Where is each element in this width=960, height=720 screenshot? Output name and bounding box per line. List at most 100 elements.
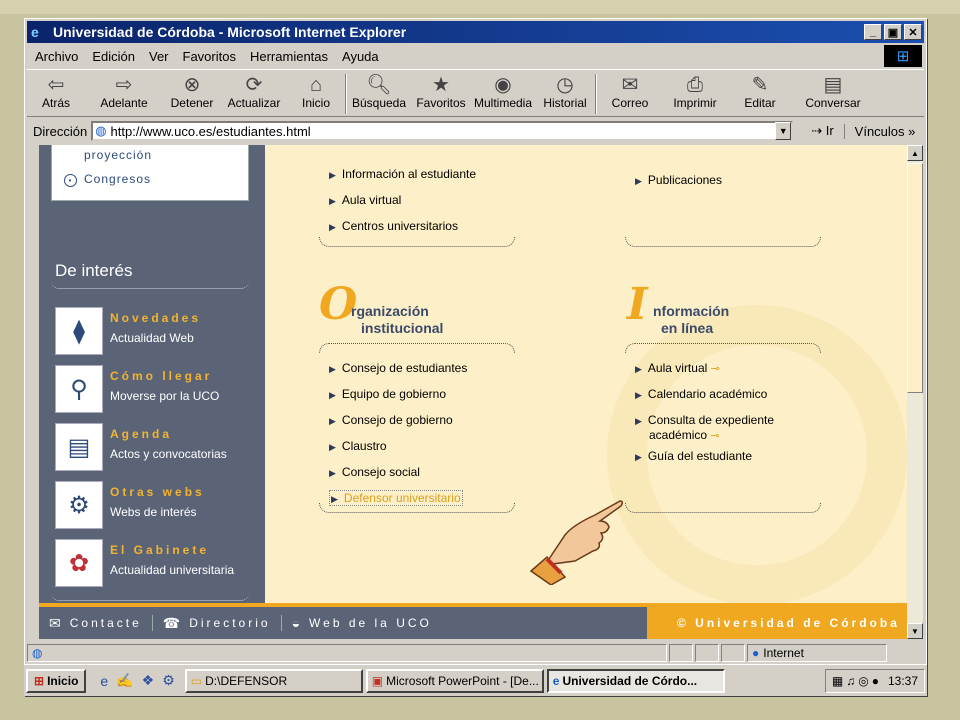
windows-logo-icon: ⊞	[884, 45, 922, 67]
menu-ayuda[interactable]: Ayuda	[334, 49, 385, 64]
mail-icon: ✉	[49, 614, 64, 631]
forward-button[interactable]: ⇨ Adelante	[85, 70, 163, 110]
link-consejo-gobierno[interactable]: Consejo de gobierno	[329, 413, 453, 427]
sidebar-item-novedades[interactable]: ⧫ Novedades Actualidad Web	[55, 307, 255, 357]
key-icon: ⊸	[710, 430, 720, 442]
zone-indicator: ● Internet	[747, 644, 887, 662]
discuss-icon: ▤	[823, 74, 843, 96]
link-consejo-estudiantes[interactable]: Consejo de estudiantes	[329, 361, 467, 375]
clock[interactable]: 13:37	[888, 674, 918, 688]
taskbar: ⊞ Inicio e ✍ ❖ ⚙ ▭ D:\DEFENSOR ▣ Microsoft …	[24, 664, 927, 696]
status-cell	[721, 644, 745, 662]
address-bar: Dirección ◍ http://www.uco.es/estudiante…	[27, 119, 924, 143]
divider	[319, 237, 515, 247]
divider	[51, 593, 249, 601]
bicycle-icon: ⚲	[55, 365, 103, 413]
print-button[interactable]: ⎙ Imprimir	[663, 70, 727, 110]
menu-archivo[interactable]: Archivo	[27, 49, 84, 64]
forward-arrow-icon: ⇨	[115, 74, 133, 96]
scroll-thumb[interactable]	[907, 163, 923, 393]
panda-icon[interactable]: ●	[872, 674, 879, 688]
address-input[interactable]: ◍ http://www.uco.es/estudiantes.html	[91, 121, 794, 141]
volume-icon[interactable]: ♫	[846, 674, 855, 688]
home-icon: ⌂	[309, 74, 323, 96]
divider	[319, 503, 515, 513]
outlook-quicklaunch-icon[interactable]: ✍	[116, 672, 133, 689]
stop-icon: ⊗	[183, 74, 201, 96]
mail-icon: ✉	[621, 74, 639, 96]
browser-window: e Universidad de Córdoba - Microsoft Int…	[24, 18, 927, 696]
address-dropdown-button[interactable]: ▼	[775, 122, 792, 140]
scroll-up-button[interactable]: ▲	[907, 145, 923, 161]
menu-favoritos[interactable]: Favoritos	[175, 49, 242, 64]
home-button[interactable]: ⌂ Inicio	[287, 70, 345, 110]
status-bar: ◍ ● Internet	[27, 643, 924, 663]
status-cell	[669, 644, 693, 662]
sidebar-item-el-gabinete[interactable]: ✿ El Gabinete Actualidad universitaria	[55, 539, 255, 589]
footer-bar: ✉ Contacte ☎ Directorio ◒ Web de la UCO © U…	[39, 607, 907, 639]
link-claustro[interactable]: Claustro	[329, 439, 387, 453]
link-centros-universitarios[interactable]: Centros universitarios	[329, 219, 458, 233]
link-consulta-expediente-cont[interactable]: académico ⊸	[649, 428, 720, 442]
maximize-button[interactable]: ▣	[884, 24, 902, 40]
menu-herramientas[interactable]: Herramientas	[242, 49, 334, 64]
divider	[625, 343, 821, 353]
link-consulta-expediente[interactable]: Consulta de expediente	[635, 413, 774, 427]
scroll-down-button[interactable]: ▼	[907, 623, 923, 639]
minimize-button[interactable]: _	[864, 24, 882, 40]
discuss-button[interactable]: ▤ Conversar	[793, 70, 873, 110]
network-icon[interactable]: ◎	[858, 674, 868, 688]
menu-ver[interactable]: Ver	[141, 49, 175, 64]
divider	[51, 281, 249, 289]
copyright-banner: © Universidad de Córdoba	[647, 607, 907, 639]
history-button[interactable]: ◷ Historial	[535, 70, 595, 110]
go-button[interactable]: ⇢ Ir	[791, 123, 843, 139]
link-informacion-estudiante[interactable]: Información al estudiante	[329, 167, 476, 181]
link-publicaciones[interactable]: Publicaciones	[635, 173, 722, 187]
links-button[interactable]: Vínculos »	[843, 123, 915, 139]
footer-link-contacte[interactable]: ✉ Contacte	[39, 615, 152, 632]
mail-button[interactable]: ✉ Correo	[597, 70, 663, 110]
link-calendario-academico[interactable]: Calendario académico	[635, 387, 767, 401]
windows-logo-icon: ⊞	[34, 673, 45, 688]
key-icon: ⊸	[710, 363, 720, 375]
pointing-hand-icon	[529, 500, 624, 585]
refresh-button[interactable]: ⟳ Actualizar	[221, 70, 287, 110]
section-title: De interés	[55, 261, 133, 280]
tool-quicklaunch-icon[interactable]: ⚙	[162, 672, 175, 689]
vertical-scrollbar[interactable]: ▲ ▼	[907, 145, 923, 639]
sidebar-item-otras-webs[interactable]: ⚙ Otras webs Webs de interés	[55, 481, 255, 531]
menu-edicion[interactable]: Edición	[84, 49, 141, 64]
link-consejo-social[interactable]: Consejo social	[329, 465, 420, 479]
ie-quicklaunch-icon[interactable]: e	[100, 673, 108, 689]
ie-logo-icon: e	[31, 24, 39, 40]
footer-link-web-uco[interactable]: ◒ Web de la UCO	[282, 615, 442, 631]
footer-link-directorio[interactable]: ☎ Directorio	[153, 615, 281, 632]
divider	[625, 503, 821, 513]
divider	[625, 237, 821, 247]
favorites-button[interactable]: ★ Favoritos	[411, 70, 471, 110]
task-defensor-folder[interactable]: ▭ D:\DEFENSOR	[184, 668, 363, 693]
multimedia-button[interactable]: ◉ Multimedia	[471, 70, 535, 110]
app-quicklaunch-icon[interactable]: ❖	[142, 672, 155, 689]
magnifier-icon: ⚙	[55, 481, 103, 529]
link-aula-virtual-online[interactable]: Aula virtual ⊸	[635, 361, 720, 375]
tray-app-icon[interactable]: ▦	[832, 674, 843, 688]
search-button[interactable]: 🔍︎ Búsqueda	[347, 70, 411, 110]
sidebar-link-congresos[interactable]: Congresos	[52, 162, 248, 186]
close-button[interactable]: ✕	[904, 24, 922, 40]
back-button[interactable]: ⇦ Atrás	[27, 70, 85, 110]
task-internet-explorer[interactable]: e Universidad de Córdo...	[546, 668, 725, 693]
sidebar-link-proyeccion[interactable]: proyección	[52, 145, 248, 162]
stop-button[interactable]: ⊗ Detener	[163, 70, 221, 110]
sidebar-item-agenda[interactable]: ▤ Agenda Actos y convocatorias	[55, 423, 255, 473]
link-equipo-gobierno[interactable]: Equipo de gobierno	[329, 387, 446, 401]
link-guia-estudiante[interactable]: Guía del estudiante	[635, 449, 752, 463]
search-icon: 🔍︎	[366, 74, 392, 96]
sidebar-item-como-llegar[interactable]: ⚲ Cómo llegar Moverse por la UCO	[55, 365, 255, 415]
task-powerpoint[interactable]: ▣ Microsoft PowerPoint - [De...	[365, 668, 544, 693]
sidebar-menu-box: proyección • Congresos	[51, 145, 249, 201]
link-aula-virtual[interactable]: Aula virtual	[329, 193, 401, 207]
edit-button[interactable]: ✎ Editar	[727, 70, 793, 110]
start-button[interactable]: ⊞ Inicio	[26, 668, 87, 693]
